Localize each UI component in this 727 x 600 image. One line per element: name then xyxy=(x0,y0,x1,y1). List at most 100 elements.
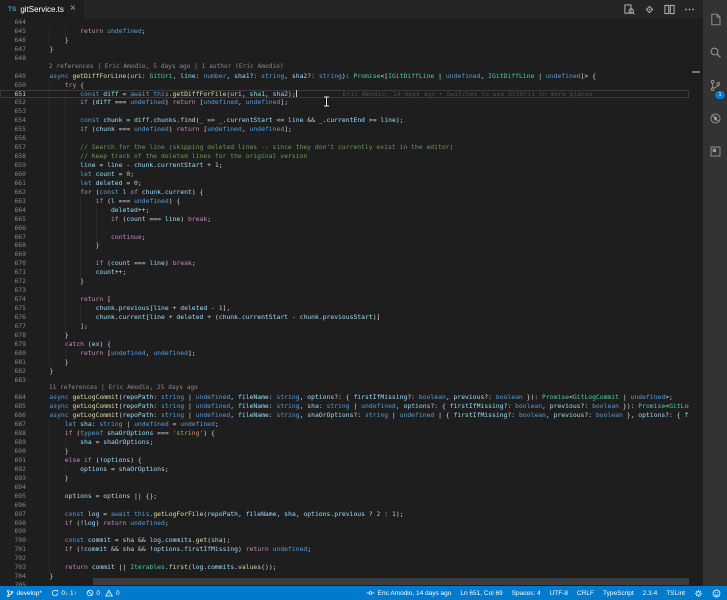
editor-content[interactable]: 644 645 return undefined; 646 } 647 } 648 2 … xyxy=(0,18,689,586)
code-text[interactable]: const chunk = diff.chunks.find(_ => _.cu… xyxy=(26,116,689,125)
codelens-row[interactable]: 2 references | Eric Amodio, 5 days ago |… xyxy=(0,63,689,72)
code-line[interactable]: 670 if (count === line) break; xyxy=(0,259,689,269)
tslint-status[interactable]: TSLint xyxy=(666,590,685,597)
code-line[interactable]: 644 xyxy=(0,18,689,27)
line-number[interactable]: 658 xyxy=(0,152,26,161)
sidebar-item-explorer[interactable] xyxy=(703,5,727,38)
code-line[interactable]: 647 } xyxy=(0,45,689,54)
code-line[interactable]: 664 deleted++; xyxy=(0,205,689,215)
code-text[interactable]: let deleted = 0; xyxy=(26,179,689,188)
code-text[interactable]: deleted++; xyxy=(26,206,689,215)
line-number[interactable]: 662 xyxy=(0,188,26,197)
code-text[interactable]: options = shaOrOptions; xyxy=(26,465,689,474)
line-number[interactable]: 688 xyxy=(0,429,26,438)
line-number[interactable]: 654 xyxy=(0,116,26,125)
code-text[interactable] xyxy=(26,18,689,27)
code-line[interactable]: 690 } xyxy=(0,447,689,456)
code-text[interactable]: // Search for the line (skipping deleted… xyxy=(26,143,689,152)
line-number[interactable]: 684 xyxy=(0,393,26,402)
cursor-position-status[interactable]: Ln 651, Col 69 xyxy=(460,590,502,597)
code-line[interactable]: 666 xyxy=(0,223,689,233)
line-number[interactable]: 647 xyxy=(0,45,26,54)
open-preview-icon[interactable] xyxy=(624,3,635,15)
line-number[interactable]: 679 xyxy=(0,340,26,349)
indentation-status[interactable]: Spaces: 4 xyxy=(512,590,541,597)
code-line[interactable]: 655 if (chunk === undefined) return [und… xyxy=(0,125,689,135)
code-line[interactable]: 645 return undefined; xyxy=(0,26,689,36)
line-number[interactable]: 686 xyxy=(0,411,26,420)
line-number[interactable]: 648 xyxy=(0,54,26,63)
code-text[interactable] xyxy=(26,483,689,492)
line-number[interactable]: 653 xyxy=(0,107,26,116)
line-number[interactable]: 672 xyxy=(0,277,26,286)
line-number[interactable]: 667 xyxy=(0,233,26,242)
settings-gear-icon[interactable] xyxy=(694,589,703,598)
code-line[interactable]: 646 } xyxy=(0,35,689,45)
code-text[interactable] xyxy=(26,501,689,510)
line-number[interactable]: 677 xyxy=(0,322,26,331)
code-line[interactable]: 652 if (diff === undefined) return [unde… xyxy=(0,98,689,108)
code-line[interactable]: 656 xyxy=(0,134,689,144)
code-line[interactable]: 676 chunk.current[line + deleted + (chun… xyxy=(0,312,689,322)
horizontal-scrollbar[interactable] xyxy=(93,578,689,585)
code-text[interactable]: return commit || Iterables.first(log.com… xyxy=(26,563,689,572)
code-text[interactable]: const log = await this.getLogForFile(rep… xyxy=(26,510,689,519)
line-number[interactable]: 696 xyxy=(0,501,26,510)
line-number[interactable] xyxy=(0,63,26,72)
code-text[interactable]: const diff = await this.getDiffForFile(u… xyxy=(26,89,689,99)
code-line[interactable]: 657 // Search for the line (skipping del… xyxy=(0,143,689,153)
code-text[interactable]: } xyxy=(26,358,689,367)
code-line[interactable]: 696 xyxy=(0,500,689,510)
code-line[interactable]: 683 xyxy=(0,376,689,385)
code-line[interactable]: 650 try { xyxy=(0,80,689,90)
code-line[interactable]: 661 let deleted = 0; xyxy=(0,178,689,188)
gitlens-blame-status[interactable]: Eric Amodio, 14 days ago xyxy=(366,589,451,597)
line-number[interactable]: 689 xyxy=(0,438,26,447)
code-text[interactable]: if (count === line) break; xyxy=(26,259,689,268)
line-number[interactable]: 693 xyxy=(0,474,26,483)
code-line[interactable]: 648 xyxy=(0,54,689,63)
code-line[interactable]: 668 } xyxy=(0,241,689,251)
code-line[interactable]: 673 xyxy=(0,286,689,296)
code-editor[interactable]: 644 645 return undefined; 646 } 647 } 648 2 … xyxy=(0,18,703,586)
line-number[interactable]: 681 xyxy=(0,358,26,367)
line-number[interactable]: 661 xyxy=(0,179,26,188)
code-text[interactable]: return [undefined, undefined]; xyxy=(26,349,689,358)
line-number[interactable]: 703 xyxy=(0,563,26,572)
line-number[interactable]: 704 xyxy=(0,572,26,581)
line-number[interactable]: 680 xyxy=(0,349,26,358)
tab-gitservice[interactable]: TS gitService.ts × xyxy=(0,0,84,18)
code-text[interactable]: async getLogCommit(repoPath: string | un… xyxy=(26,402,689,411)
code-line[interactable]: 687 let sha: string | undefined = undefi… xyxy=(0,420,689,430)
code-text[interactable]: else if (!options) { xyxy=(26,456,689,465)
line-number[interactable]: 652 xyxy=(0,98,26,107)
code-line[interactable]: 689 sha = shaOrOptions; xyxy=(0,438,689,447)
code-text[interactable]: } xyxy=(26,447,689,456)
line-number[interactable]: 650 xyxy=(0,81,26,90)
feedback-smiley-icon[interactable] xyxy=(712,589,721,598)
line-number[interactable]: 690 xyxy=(0,447,26,456)
line-number[interactable]: 644 xyxy=(0,18,26,27)
line-number[interactable]: 669 xyxy=(0,250,26,259)
problems-status[interactable]: 0 0 xyxy=(86,589,120,597)
code-text[interactable]: } xyxy=(26,45,689,54)
code-line[interactable]: 686 async getLogCommit(repoPath: string … xyxy=(0,411,689,420)
code-text[interactable]: const commit = sha && log.commits.get(sh… xyxy=(26,536,689,545)
code-line[interactable]: 677 ]; xyxy=(0,321,689,331)
code-text[interactable] xyxy=(26,286,689,295)
git-branch-status[interactable]: develop* xyxy=(6,589,42,598)
code-line[interactable]: 688 if (typeof shaOrOptions === 'string'… xyxy=(0,429,689,439)
code-text[interactable]: let count = 0; xyxy=(26,170,689,179)
line-number[interactable]: 668 xyxy=(0,241,26,250)
line-number[interactable]: 656 xyxy=(0,134,26,143)
code-text[interactable]: async getDiffForLine(uri: GitUri, line: … xyxy=(26,72,689,81)
code-line[interactable]: 653 xyxy=(0,107,689,117)
line-number[interactable]: 675 xyxy=(0,304,26,313)
code-text[interactable] xyxy=(26,376,689,385)
code-text[interactable]: if (!commit && sha && !options.firstIfMi… xyxy=(26,545,689,554)
line-number[interactable]: 685 xyxy=(0,402,26,411)
code-text[interactable]: for (const l of chunk.current) { xyxy=(26,188,689,197)
code-line[interactable]: 671 count++; xyxy=(0,268,689,278)
code-line[interactable]: 651 const diff = await this.getDiffForFi… xyxy=(0,89,689,99)
code-line[interactable]: 691 else if (!options) { xyxy=(0,455,689,465)
